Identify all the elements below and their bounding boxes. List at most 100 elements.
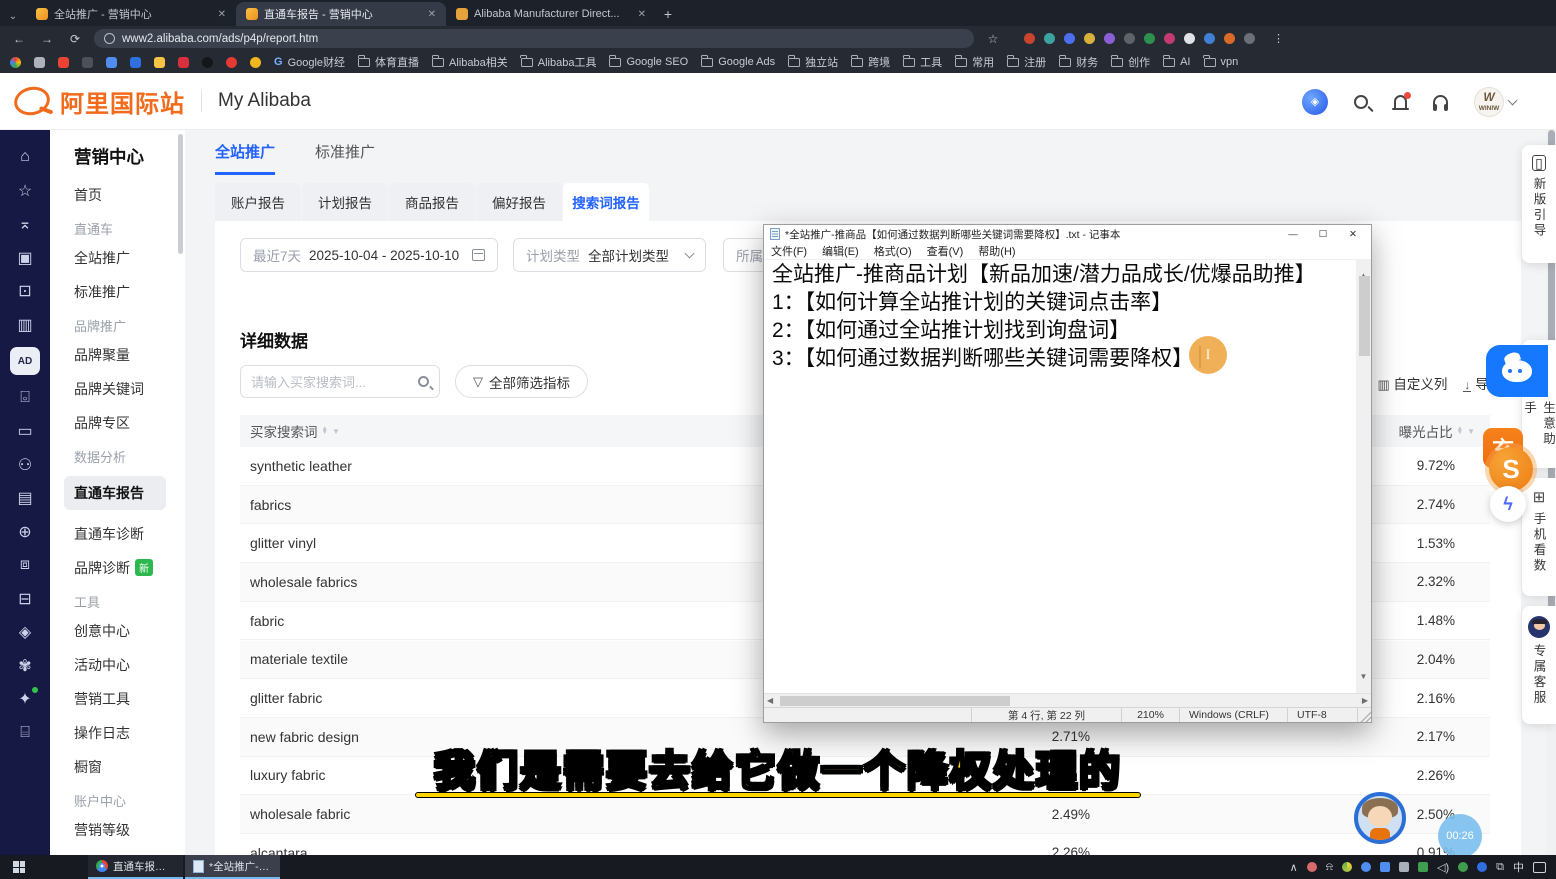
scrollbar-thumb[interactable]	[1359, 276, 1370, 356]
sidebar-item-creative-center[interactable]: 创意中心	[74, 621, 185, 641]
address-bar[interactable]: www2.alibaba.com/ads/p4p/report.htm	[94, 29, 974, 48]
scrollbar-thumb[interactable]	[780, 696, 1010, 706]
resize-grip[interactable]	[1357, 708, 1371, 722]
close-tab-icon[interactable]: ✕	[638, 9, 646, 20]
extension-icon[interactable]	[1044, 33, 1055, 44]
bookmark-folder[interactable]: Alibaba相关	[432, 54, 508, 70]
plant-icon[interactable]: ✾	[13, 655, 37, 677]
extension-icon[interactable]	[1204, 33, 1215, 44]
message-icon[interactable]: ▭	[13, 420, 37, 442]
customer-service-icon[interactable]	[1433, 95, 1448, 108]
new-tab-button[interactable]: +	[656, 2, 680, 26]
sort-icon[interactable]: ▲▼	[1457, 427, 1463, 436]
favicon-icon[interactable]	[58, 57, 69, 68]
lightning-icon[interactable]: ϟ	[1490, 486, 1526, 522]
extension-icon[interactable]	[1024, 33, 1035, 44]
filter-funnel-icon[interactable]: ▼	[1467, 427, 1475, 436]
column-exposure-share[interactable]: 曝光占比 ▲▼ ▼	[1399, 421, 1475, 441]
search-icon[interactable]	[1354, 95, 1368, 109]
close-tab-icon[interactable]: ✕	[218, 9, 226, 20]
bookmark-folder[interactable]: 跨境	[851, 54, 890, 70]
tray-icon[interactable]	[1342, 862, 1352, 872]
orders-icon[interactable]: ▣	[13, 247, 37, 269]
bookmark-star-icon[interactable]: ☆	[984, 32, 1002, 46]
sidebar-item-activity-center[interactable]: 活动中心	[74, 655, 185, 675]
usb-icon[interactable]	[1399, 862, 1409, 872]
sidebar-item-marketing-tools[interactable]: 营销工具	[74, 689, 185, 709]
tab-sitewide-active[interactable]: 全站推广	[215, 141, 275, 175]
site-info-icon[interactable]	[104, 33, 115, 44]
tab-product-report[interactable]: 商品报告	[389, 183, 475, 221]
bookmark-folder[interactable]: 创作	[1111, 54, 1150, 70]
favicon-icon[interactable]	[130, 57, 141, 68]
bookmark-folder[interactable]: Google SEO	[609, 56, 688, 68]
start-button[interactable]	[0, 855, 38, 879]
skype-icon[interactable]: S	[1489, 447, 1533, 491]
video-icon[interactable]: ⊡	[13, 280, 37, 302]
notification-bell-icon[interactable]	[1394, 95, 1407, 108]
close-tab-icon[interactable]: ✕	[428, 9, 436, 20]
extension-icon[interactable]	[1224, 33, 1235, 44]
sidebar-item-marketing-level[interactable]: 营销等级	[74, 820, 185, 840]
extension-icon[interactable]	[1244, 33, 1255, 44]
column-buyer-search-term[interactable]: 买家搜索词 ▲▼ ▼	[240, 421, 340, 441]
notepad-titlebar[interactable]: *全站推广-推商品【如何通过数据判断哪些关键词需要降权】.txt - 记事本 —…	[764, 225, 1371, 243]
date-range-picker[interactable]: 最近7天 2025-10-04 - 2025-10-10	[240, 238, 498, 272]
notepad-horizontal-scrollbar[interactable]: ◀▶	[764, 693, 1371, 707]
sidebar-scrollbar[interactable]	[178, 134, 183, 254]
tray-icon[interactable]	[1307, 862, 1317, 872]
sidebar-item-p4p-report-active[interactable]: 直通车报告	[64, 476, 166, 510]
bookmark-folder[interactable]: Alibaba工具	[521, 54, 597, 70]
shield-icon[interactable]: ◈	[13, 621, 37, 643]
forward-icon[interactable]: →	[38, 32, 56, 46]
extension-icon[interactable]	[1184, 33, 1195, 44]
bookmark-folder[interactable]: AI	[1163, 56, 1190, 68]
sidebar-item-brand-zone[interactable]: 品牌专区	[74, 413, 185, 433]
microphone-icon[interactable]: ⍾	[1326, 861, 1333, 874]
favicon-icon[interactable]	[106, 57, 117, 68]
plan-type-select[interactable]: 计划类型 全部计划类型	[513, 238, 706, 272]
bookmark-folder[interactable]: Google Ads	[701, 56, 775, 68]
analytics-icon[interactable]: ▥	[13, 314, 37, 336]
ime-indicator[interactable]: 中	[1513, 859, 1524, 875]
sidebar-item-standard[interactable]: 标准推广	[74, 282, 185, 302]
notepad-text-area[interactable]: 全站推广-推商品计划【新品加速/潜力品成长/优爆品助推】 1：【如何计算全站推计…	[764, 260, 1371, 693]
coupon-icon[interactable]: ⌻	[13, 387, 37, 409]
bookmark-folder[interactable]: 体育直播	[358, 54, 419, 70]
globe-icon[interactable]: ⊕	[13, 521, 37, 543]
browser-tab-1[interactable]: 全站推广 - 营销中心 ✕	[26, 2, 236, 26]
search-input[interactable]: 请输入买家搜索词...	[240, 365, 440, 398]
menu-edit[interactable]: 编辑(E)	[822, 243, 859, 259]
bookmark-folder[interactable]: 独立站	[788, 54, 838, 70]
tab-account-report[interactable]: 账户报告	[215, 183, 301, 221]
filter-metrics-button[interactable]: ▽ 全部筛选指标	[455, 365, 588, 398]
customize-columns-button[interactable]: ▥ 自定义列	[1378, 373, 1448, 393]
extension-icon[interactable]	[1104, 33, 1115, 44]
sidebar-item-home[interactable]: 首页	[74, 185, 185, 205]
shop-icon[interactable]: ⌅	[13, 213, 37, 235]
customer-service-avatar[interactable]	[1354, 792, 1406, 844]
new-version-guide-widget[interactable]: ▯ 新版引导	[1522, 145, 1556, 263]
menu-help[interactable]: 帮助(H)	[978, 243, 1015, 259]
sidebar-item-sitewide[interactable]: 全站推广	[74, 248, 185, 268]
sort-icon[interactable]: ▲▼	[322, 427, 328, 436]
sidebar-item-p4p-diagnosis[interactable]: 直通车诊断	[74, 524, 185, 544]
tab-searchword-report-active[interactable]: 搜索词报告	[563, 183, 649, 221]
network-icon[interactable]: ⧉	[1496, 861, 1504, 874]
favicon-icon[interactable]	[178, 57, 189, 68]
volume-icon[interactable]: ◁)	[1437, 861, 1449, 874]
favicon-icon[interactable]	[250, 57, 261, 68]
dedicated-service-widget[interactable]: 专属客服	[1522, 606, 1556, 724]
tab-search-chevron-icon[interactable]: ⌄	[0, 6, 26, 26]
extension-icon[interactable]	[1124, 33, 1135, 44]
favicon-icon[interactable]	[154, 57, 165, 68]
tab-standard[interactable]: 标准推广	[315, 141, 375, 175]
extension-icon[interactable]	[1164, 33, 1175, 44]
menu-view[interactable]: 查看(V)	[927, 243, 964, 259]
menu-format[interactable]: 格式(O)	[874, 243, 912, 259]
extension-icon[interactable]	[1084, 33, 1095, 44]
sidebar-item-brand-keywords[interactable]: 品牌关键词	[74, 379, 185, 399]
browser-menu-icon[interactable]: ⋮	[1273, 32, 1285, 45]
ai-assistant-icon[interactable]: ◈	[1302, 89, 1328, 115]
notification-center-icon[interactable]	[1533, 862, 1546, 873]
